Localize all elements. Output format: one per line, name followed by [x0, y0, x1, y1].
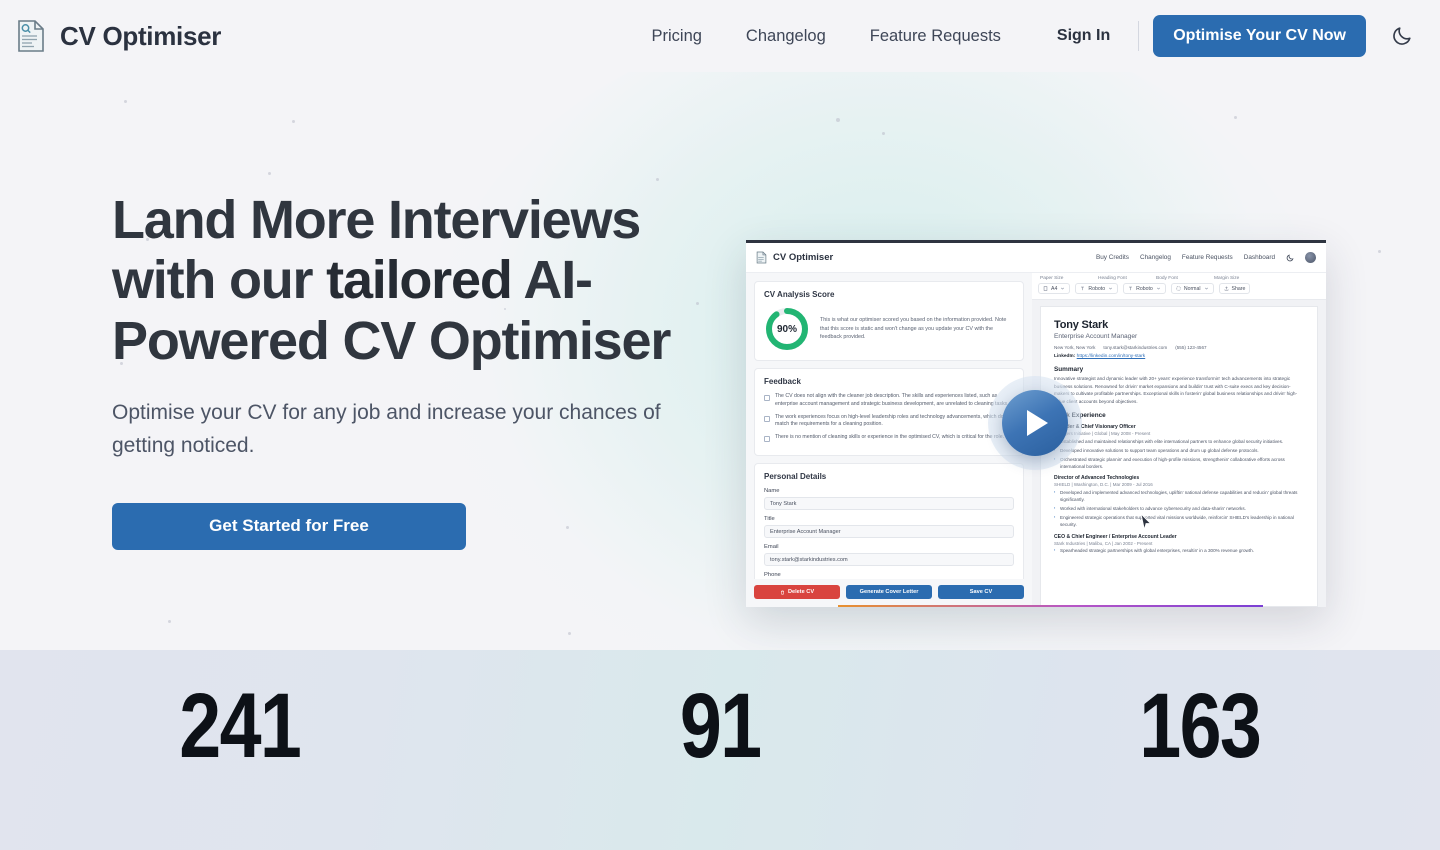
nav-item-feature-requests[interactable]: Feature Requests	[856, 21, 1015, 52]
nav-divider	[1138, 21, 1140, 51]
stat-item: 241	[0, 678, 480, 775]
document-search-icon	[18, 20, 44, 52]
site-header: CV Optimiser Pricing Changelog Feature R…	[0, 0, 1440, 72]
get-started-button[interactable]: Get Started for Free	[112, 502, 466, 550]
delete-cv-button[interactable]: Delete CV	[754, 585, 840, 599]
nav-item-changelog[interactable]: Changelog	[732, 21, 840, 52]
main-nav: Pricing Changelog Feature Requests Sign …	[637, 15, 1416, 57]
stat-value: 91	[679, 675, 762, 777]
page-title: Land More Interviews with our tailored A…	[112, 190, 672, 371]
stat-item: 163	[960, 678, 1440, 775]
play-video-button[interactable]	[988, 376, 1082, 470]
brand-name: CV Optimiser	[60, 20, 222, 51]
hero-subtitle: Optimise your CV for any job and increas…	[112, 401, 661, 457]
stat-item: 91	[480, 678, 960, 775]
brand-logo[interactable]: CV Optimiser	[16, 19, 221, 53]
generate-cover-letter-button[interactable]: Generate Cover Letter	[846, 585, 932, 599]
stat-value: 163	[1139, 675, 1263, 777]
theme-toggle-button[interactable]	[1388, 22, 1416, 50]
trash-icon	[780, 590, 784, 594]
play-icon	[1027, 410, 1048, 436]
mouse-cursor-icon	[1140, 513, 1152, 530]
play-button-circle[interactable]	[1002, 390, 1068, 456]
headline-rotating-word: tailored	[326, 250, 513, 311]
editor-action-bar: Delete CV Generate Cover Letter Save CV	[746, 579, 1032, 607]
save-cv-button[interactable]: Save CV	[938, 585, 1024, 599]
hero-section: Land More Interviews with our tailored A…	[0, 72, 1440, 650]
nav-item-pricing[interactable]: Pricing	[637, 21, 715, 52]
moon-icon	[1393, 27, 1411, 45]
phone-label: Phone	[764, 572, 781, 579]
mockup-accent-bar	[838, 605, 1263, 607]
delete-cv-label: Delete CV	[787, 589, 815, 595]
stat-value: 241	[179, 675, 303, 777]
hero-copy: Land More Interviews with our tailored A…	[112, 190, 712, 550]
optimise-cv-button[interactable]: Optimise Your CV Now	[1153, 15, 1366, 57]
email-field[interactable]: tony.stark@starkindustries.com	[764, 553, 1014, 567]
stats-section: 241 91 163	[0, 650, 1440, 850]
landing-page: CV Optimiser Pricing Changelog Feature R…	[0, 0, 1440, 850]
sign-in-link[interactable]: Sign In	[1043, 21, 1124, 51]
